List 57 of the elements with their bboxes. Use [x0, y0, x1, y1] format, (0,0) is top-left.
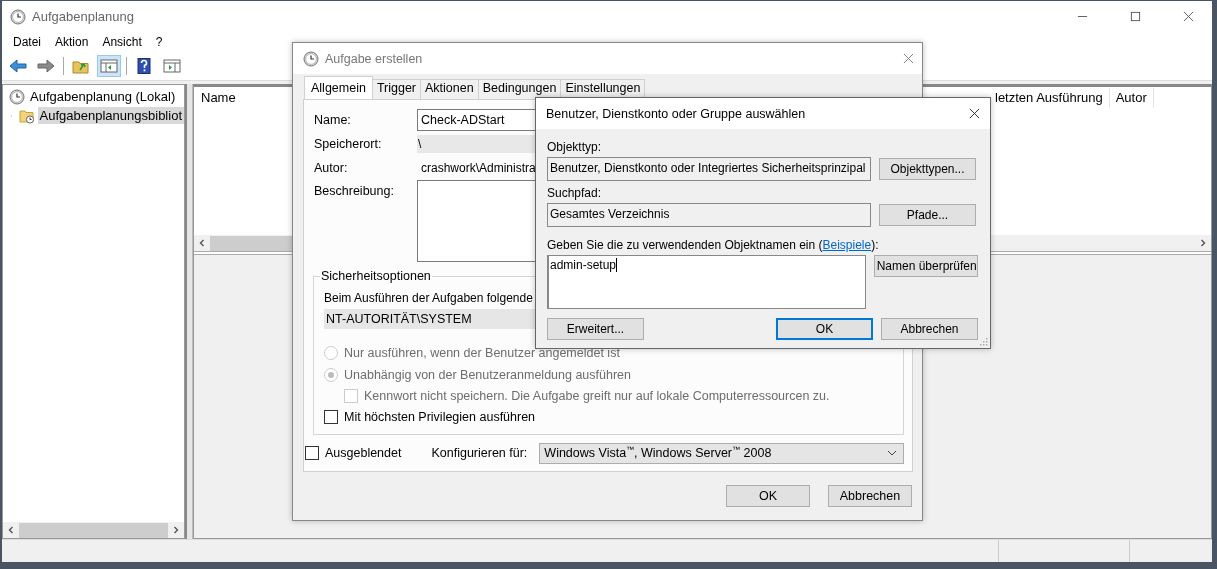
dialog-clock-icon [303, 50, 319, 67]
show-pane-icon[interactable] [98, 56, 120, 76]
clock-icon [9, 88, 25, 105]
column-header[interactable]: letzten Ausführung [993, 88, 1110, 108]
field-label: Beschreibung: [314, 183, 395, 198]
checkbox-label[interactable]: Ausgeblendet [325, 446, 402, 460]
readonly-field: Gesamtes Verzeichnis [547, 203, 871, 227]
names-label: Geben Sie die zu verwendenden Objektnamen ein (Beispiele): [547, 238, 880, 253]
window-title: Aufgabenplanung [32, 9, 134, 24]
field-label: Speicherort: [314, 136, 383, 151]
maximize-icon[interactable] [1130, 11, 1141, 22]
option-label[interactable]: Mit höchsten Privilegien ausführen [344, 409, 536, 424]
menu-item[interactable]: Datei [6, 35, 48, 49]
author-value: crashwork\Administra [420, 160, 536, 175]
close-icon[interactable] [1183, 11, 1194, 22]
action-pane-icon[interactable] [161, 56, 183, 76]
dialog-button[interactable]: Pfade... [879, 204, 976, 226]
readonly-field: Benutzer, Dienstkonto oder Integriertes Sicherheitsprinzipal [547, 157, 871, 181]
group-title: Sicherheitsoptionen [320, 269, 432, 283]
names-field[interactable]: admin-setup [547, 255, 866, 309]
dialog-title: Benutzer, Dienstkonto oder Gruppe auswählen [546, 106, 806, 121]
tree-item[interactable]: Aufgabenplanungsbibliot [37, 107, 184, 124]
dialog-button[interactable]: Abbrechen [828, 485, 912, 507]
resize-grip-icon[interactable] [980, 338, 988, 346]
checkbox[interactable] [305, 446, 319, 460]
back-arrow-icon[interactable] [7, 56, 29, 76]
configure-dropdown[interactable]: Windows Vista$^{™}$, Windows Server$^{™}$ 2008 [539, 442, 904, 464]
tree-item[interactable]: Aufgabenplanung (Lokal) [28, 88, 178, 105]
checkbox[interactable] [324, 409, 338, 424]
field-label: Autor: [314, 160, 349, 175]
app-clock-icon [10, 8, 26, 25]
configure-label: Konfigurieren für: [431, 446, 528, 460]
close-icon[interactable] [969, 108, 980, 119]
examples-link[interactable]: Beispiele [822, 238, 872, 252]
field-label: Suchpfad: [547, 186, 603, 201]
field-label: Name: [314, 112, 352, 127]
dialog-button[interactable]: Objekttypen... [879, 158, 976, 180]
dialog-button[interactable]: Erweitert... [547, 318, 644, 340]
horizontal-scrollbar[interactable] [3, 522, 184, 538]
menu-item[interactable]: Aktion [48, 35, 96, 49]
column-header[interactable]: Autor [1109, 88, 1154, 108]
dialog-button[interactable]: Abbrechen [881, 318, 978, 340]
menu-item[interactable]: Ansicht [95, 35, 149, 49]
dropdown-caret-icon [887, 450, 897, 456]
forward-arrow-icon[interactable] [35, 56, 57, 76]
dialog-title: Aufgabe erstellen [325, 51, 423, 66]
run-as-label: Beim Ausführen der Aufgaben folgende [324, 290, 534, 307]
tab[interactable]: Allgemein [304, 76, 373, 99]
dialog-button[interactable]: OK [776, 318, 873, 340]
pane-splitter[interactable] [185, 84, 193, 539]
tab[interactable]: Einstellungen [560, 79, 646, 99]
scroll-thumb[interactable] [19, 522, 168, 538]
field-label: Objekttyp: [547, 140, 603, 155]
menu-item[interactable]: ? [148, 35, 170, 49]
dialog-button[interactable]: Namen überprüfen [873, 255, 978, 277]
folder-clock-icon [18, 107, 35, 124]
dialog-button[interactable]: OK [726, 485, 810, 507]
